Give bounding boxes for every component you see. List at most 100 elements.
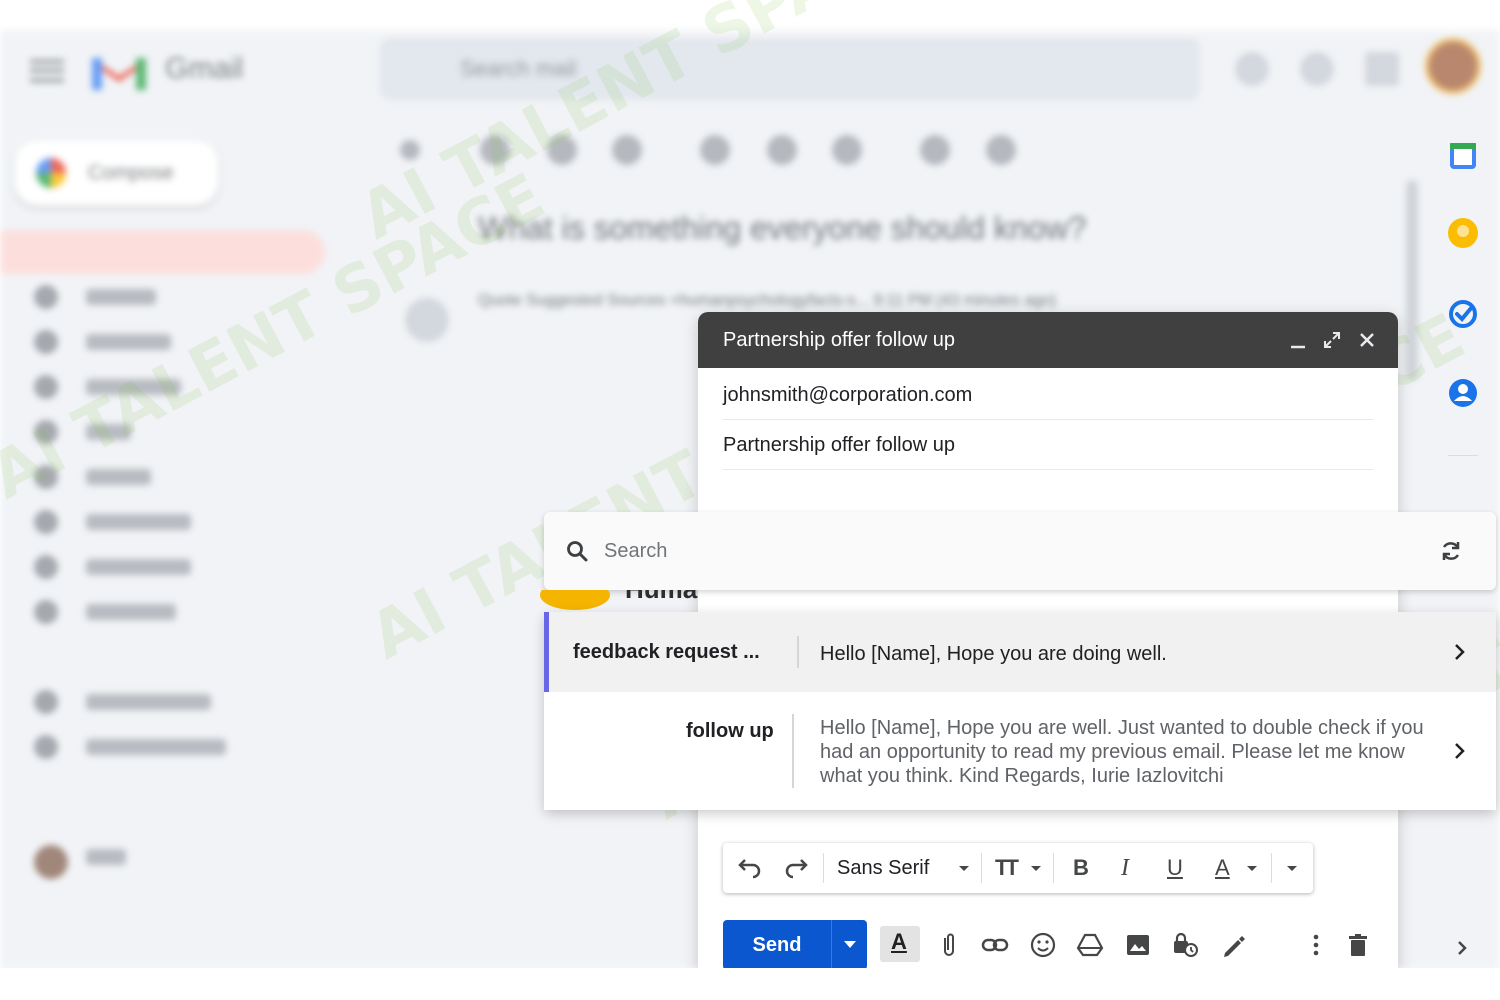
expand-panel-icon[interactable] bbox=[1452, 938, 1472, 958]
scrollbar[interactable] bbox=[1406, 180, 1418, 380]
subject-field[interactable]: Partnership offer follow up bbox=[723, 420, 1373, 470]
redo-icon[interactable] bbox=[783, 855, 811, 881]
sidebar-item[interactable] bbox=[34, 420, 264, 444]
chevron-right-icon[interactable] bbox=[1450, 643, 1468, 661]
template-preview: Hello [Name], Hope you are well. Just wa… bbox=[820, 717, 1424, 787]
template-name: follow up bbox=[686, 720, 774, 742]
delete-icon[interactable] bbox=[612, 135, 642, 165]
separator bbox=[1271, 853, 1272, 883]
contacts-icon[interactable] bbox=[1445, 375, 1481, 411]
sidebar-item[interactable] bbox=[34, 510, 264, 534]
embedded-image bbox=[540, 590, 610, 610]
apps-icon[interactable] bbox=[1365, 52, 1399, 86]
account-avatar[interactable] bbox=[1425, 38, 1481, 94]
gmail-logo-icon bbox=[92, 58, 146, 90]
link-icon[interactable] bbox=[980, 930, 1010, 960]
bold-button[interactable]: B bbox=[1073, 855, 1089, 881]
report-icon[interactable] bbox=[547, 135, 577, 165]
email-body-peek: Huma bbox=[540, 590, 700, 612]
sidebar-item[interactable] bbox=[34, 735, 264, 759]
sidebar-item-inbox[interactable] bbox=[0, 230, 325, 274]
template-search-card bbox=[544, 512, 1496, 590]
main-menu-icon[interactable] bbox=[30, 60, 64, 82]
move-icon[interactable] bbox=[920, 135, 950, 165]
compose-plus-icon bbox=[36, 158, 66, 188]
compose-title: Partnership offer follow up bbox=[723, 329, 955, 351]
font-family-select[interactable]: Sans Serif bbox=[837, 855, 929, 881]
compose-label: Compose bbox=[88, 162, 174, 184]
formatting-toolbar: Sans Serif TT B I U A bbox=[723, 843, 1313, 893]
help-icon[interactable] bbox=[1235, 52, 1269, 86]
sidebar-item[interactable] bbox=[34, 285, 264, 309]
back-icon[interactable] bbox=[400, 140, 420, 160]
chevron-down-icon[interactable] bbox=[957, 855, 971, 881]
close-icon[interactable] bbox=[1355, 328, 1379, 352]
template-list: feedback request ... Hello [Name], Hope … bbox=[544, 612, 1496, 810]
template-item-follow-up[interactable]: follow up Hello [Name], Hope you are wel… bbox=[544, 692, 1496, 810]
screen: Gmail Search mail Compose What is someth… bbox=[0, 0, 1500, 1000]
italic-button[interactable]: I bbox=[1121, 855, 1129, 881]
template-search-input[interactable] bbox=[604, 534, 1404, 568]
template-item-feedback-request[interactable]: feedback request ... Hello [Name], Hope … bbox=[544, 612, 1496, 692]
text-color-button[interactable]: A bbox=[1215, 855, 1230, 881]
screen-bottom-edge bbox=[0, 968, 1500, 1000]
minimize-icon[interactable] bbox=[1286, 328, 1310, 352]
fullscreen-icon[interactable] bbox=[1320, 328, 1344, 352]
search-icon bbox=[567, 541, 588, 562]
settings-icon[interactable] bbox=[1300, 52, 1334, 86]
compose-button[interactable]: Compose bbox=[14, 140, 219, 206]
chevron-down-icon[interactable] bbox=[1245, 855, 1259, 881]
chevron-right-icon[interactable] bbox=[1450, 742, 1468, 760]
keep-icon[interactable] bbox=[1445, 215, 1481, 251]
sender-avatar bbox=[405, 298, 449, 342]
sidebar-item[interactable] bbox=[34, 555, 264, 579]
chevron-down-icon[interactable] bbox=[1029, 855, 1043, 881]
tasks-icon[interactable] bbox=[1445, 296, 1481, 332]
snooze-icon[interactable] bbox=[767, 135, 797, 165]
archive-icon[interactable] bbox=[480, 135, 510, 165]
panel-divider bbox=[1448, 455, 1478, 456]
separator bbox=[823, 853, 824, 883]
more-options-icon[interactable] bbox=[1301, 930, 1331, 960]
sidebar-item[interactable] bbox=[34, 845, 264, 879]
sidebar-item[interactable] bbox=[34, 330, 264, 354]
template-preview: Hello [Name], Hope you are doing well. bbox=[820, 643, 1167, 665]
divider bbox=[797, 636, 799, 668]
gmail-wordmark: Gmail bbox=[165, 52, 244, 85]
compose-header[interactable]: Partnership offer follow up bbox=[698, 312, 1398, 368]
mark-unread-icon[interactable] bbox=[700, 135, 730, 165]
to-field[interactable]: johnsmith@corporation.com bbox=[723, 370, 1373, 420]
insert-photo-icon[interactable] bbox=[1123, 930, 1153, 960]
format-icon-glyph: A bbox=[891, 929, 907, 954]
template-name: feedback request ... bbox=[573, 641, 760, 663]
separator bbox=[1053, 853, 1054, 883]
emoji-icon[interactable] bbox=[1028, 930, 1058, 960]
refresh-icon[interactable] bbox=[1439, 539, 1463, 563]
email-sender-line: Quote Suggested Sources <humanpsychology… bbox=[478, 292, 1057, 309]
mail-search-placeholder: Search mail bbox=[460, 56, 577, 81]
task-icon[interactable] bbox=[832, 135, 862, 165]
sidebar-item[interactable] bbox=[34, 465, 264, 489]
drive-icon[interactable] bbox=[1075, 930, 1105, 960]
signature-icon[interactable] bbox=[1218, 930, 1248, 960]
label-icon[interactable] bbox=[986, 135, 1016, 165]
text-size-button[interactable]: TT bbox=[995, 855, 1019, 881]
attach-icon[interactable] bbox=[934, 930, 964, 960]
mail-search-bar[interactable]: Search mail bbox=[380, 38, 1200, 100]
underline-button[interactable]: U bbox=[1167, 855, 1183, 881]
sidebar-item[interactable] bbox=[34, 600, 264, 624]
formatting-options-button[interactable]: A bbox=[880, 926, 920, 962]
sidebar-item[interactable] bbox=[34, 375, 264, 399]
separator bbox=[981, 853, 982, 883]
email-subject: What is something everyone should know? bbox=[478, 210, 1087, 246]
divider bbox=[792, 714, 794, 788]
undo-icon[interactable] bbox=[735, 855, 763, 881]
send-button[interactable]: Send bbox=[723, 920, 831, 970]
more-formatting-icon[interactable] bbox=[1285, 855, 1299, 881]
discard-draft-icon[interactable] bbox=[1343, 930, 1373, 960]
confidential-mode-icon[interactable] bbox=[1170, 930, 1200, 960]
calendar-icon[interactable] bbox=[1445, 138, 1481, 174]
sidebar-item[interactable] bbox=[34, 690, 264, 714]
send-options-button[interactable] bbox=[831, 920, 867, 970]
email-body-peek-text: Huma bbox=[625, 590, 697, 605]
